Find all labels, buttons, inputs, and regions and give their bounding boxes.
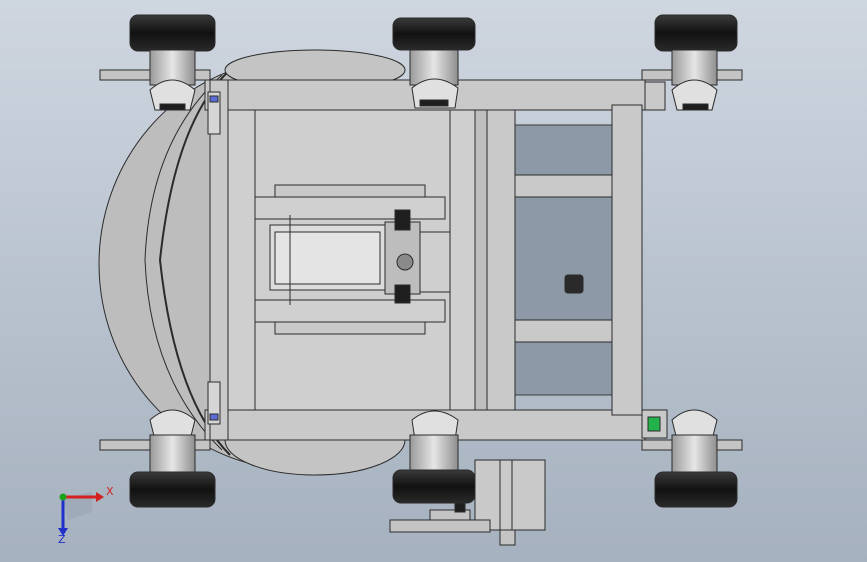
robot-assembly[interactable] — [98, 14, 743, 546]
y-axis-dot-icon — [59, 493, 67, 501]
x-axis-label: X — [106, 485, 114, 498]
mount-bracket — [644, 81, 666, 111]
orientation-triad: X Z — [58, 485, 114, 546]
hinge-top — [207, 91, 221, 135]
z-axis-label: Z — [58, 533, 66, 546]
wheel-module-top-right — [654, 14, 738, 111]
rear-panel — [514, 124, 616, 396]
power-switch-icon — [641, 409, 668, 439]
cad-viewport[interactable]: X Z — [0, 0, 867, 562]
side-handle — [564, 274, 584, 294]
x-axis-head-icon — [96, 492, 104, 502]
hinge-bottom — [207, 381, 221, 425]
